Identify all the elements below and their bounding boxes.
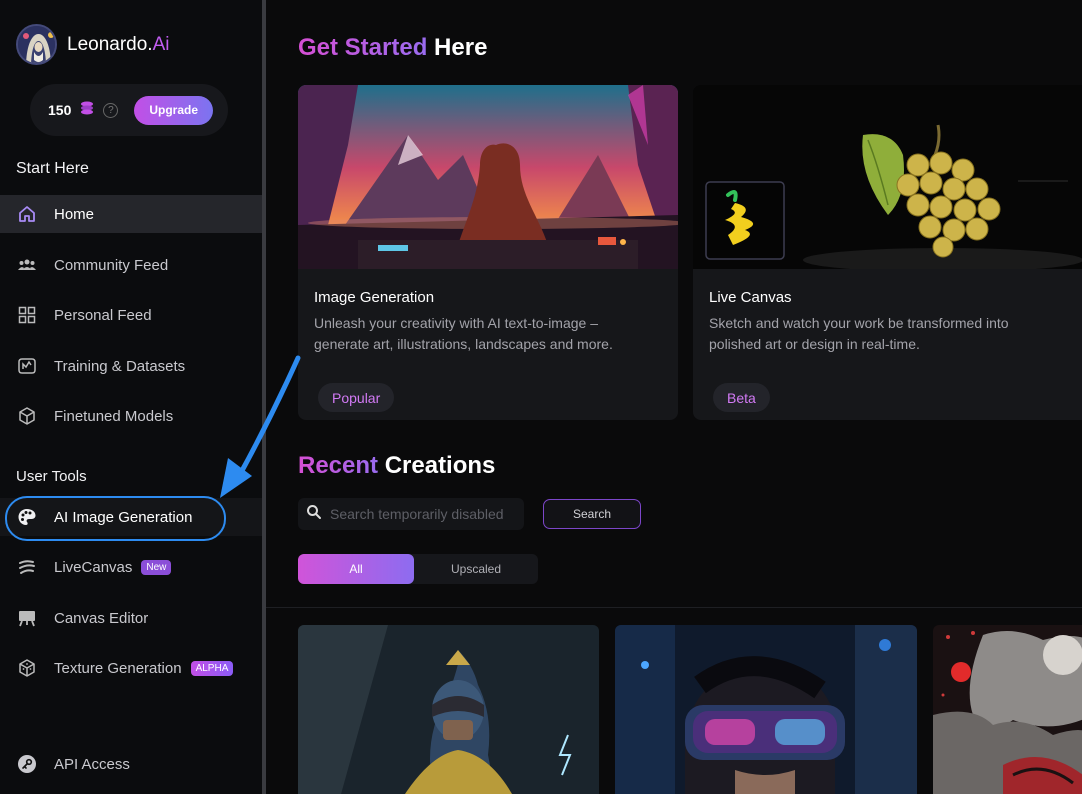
easel-icon — [16, 608, 37, 629]
popular-tag: Popular — [318, 383, 395, 412]
filter-all[interactable]: All — [298, 554, 414, 584]
get-started-rest: Here — [427, 34, 488, 61]
search-input[interactable] — [330, 506, 516, 522]
community-icon — [16, 255, 37, 276]
home-icon — [16, 204, 37, 225]
filter-upscaled[interactable]: Upscaled — [414, 554, 538, 584]
live-canvas-artwork — [693, 85, 1082, 269]
sidebar-item-label: Personal Feed — [54, 306, 152, 324]
card-description: Sketch and watch your work be transforme… — [709, 315, 1009, 352]
live-canvas-card[interactable]: Live Canvas Sketch and watch your work b… — [693, 85, 1082, 420]
upgrade-button[interactable]: Upgrade — [134, 95, 214, 125]
sidebar-item-livecanvas[interactable]: LiveCanvas New — [0, 548, 262, 586]
sidebar-item-community-feed[interactable]: Community Feed — [0, 246, 262, 284]
creation-thumbnail[interactable] — [933, 625, 1082, 794]
sidebar-item-personal-feed[interactable]: Personal Feed — [0, 296, 262, 334]
sidebar-item-label: Training & Datasets — [54, 357, 186, 375]
sidebar-item-api-access[interactable]: API Access — [0, 745, 262, 783]
sidebar-item-label: Texture Generation — [54, 659, 182, 677]
recent-creations-heading: Recent Creations — [298, 452, 495, 480]
grid-icon — [16, 305, 37, 326]
new-badge: New — [141, 559, 172, 575]
sidebar-item-canvas-editor[interactable]: Canvas Editor — [0, 599, 262, 637]
brand-name: Leonardo.Ai — [67, 34, 169, 56]
creation-thumbnail[interactable] — [615, 625, 917, 794]
brand[interactable]: Leonardo.Ai — [16, 24, 169, 65]
divider — [266, 607, 1082, 608]
card-description: Unleash your creativity with AI text-to-… — [314, 315, 613, 352]
training-icon — [16, 356, 37, 377]
credits-pill: 150 ? Upgrade — [30, 84, 228, 136]
creation-thumbnail[interactable] — [298, 625, 599, 794]
get-started-highlight: Get Started — [298, 34, 428, 61]
credits-count: 150 — [48, 102, 72, 118]
texture-cube-icon — [16, 658, 37, 679]
creations-filter-toggle: All Upscaled — [298, 554, 538, 584]
sidebar-item-label: Community Feed — [54, 256, 169, 274]
sidebar-item-label: Canvas Editor — [54, 609, 149, 627]
image-generation-card[interactable]: Image Generation Unleash your creativity… — [298, 85, 678, 420]
sidebar-item-home[interactable]: Home — [0, 195, 262, 233]
cube-icon — [16, 406, 37, 427]
annotation-arrow-icon — [200, 350, 310, 525]
brand-name-suffix: Ai — [152, 33, 170, 55]
search-button[interactable]: Search — [543, 499, 641, 529]
alpha-badge: ALPHA — [190, 660, 234, 676]
sidebar-item-texture-generation[interactable]: Texture Generation ALPHA — [0, 649, 262, 687]
card-title: Image Generation — [314, 289, 435, 306]
sidebar-item-label: API Access — [54, 755, 130, 773]
get-started-heading: Get Started Here — [298, 34, 487, 62]
annotation-highlight-ring — [5, 496, 226, 541]
recent-highlight: Recent — [298, 452, 379, 479]
search-box — [298, 498, 524, 530]
help-icon[interactable]: ? — [103, 102, 119, 118]
sidebar-item-label: LiveCanvas — [54, 558, 133, 576]
brand-name-prefix: Leonardo. — [67, 33, 153, 55]
recent-rest: Creations — [378, 452, 496, 479]
livecanvas-icon — [16, 557, 37, 578]
key-icon — [16, 754, 37, 775]
start-here-heading: Start Here — [16, 160, 89, 177]
sidebar-item-label: Finetuned Models — [54, 407, 174, 425]
user-tools-heading: User Tools — [16, 468, 87, 485]
image-generation-artwork — [298, 85, 678, 269]
coins-icon — [79, 100, 95, 121]
card-title: Live Canvas — [709, 289, 792, 306]
brand-logo-avatar — [16, 24, 57, 65]
sidebar-item-label: Home — [54, 205, 95, 223]
beta-tag: Beta — [713, 383, 770, 412]
main-content: Get Started Here Image Generation Unleas… — [266, 0, 1082, 794]
